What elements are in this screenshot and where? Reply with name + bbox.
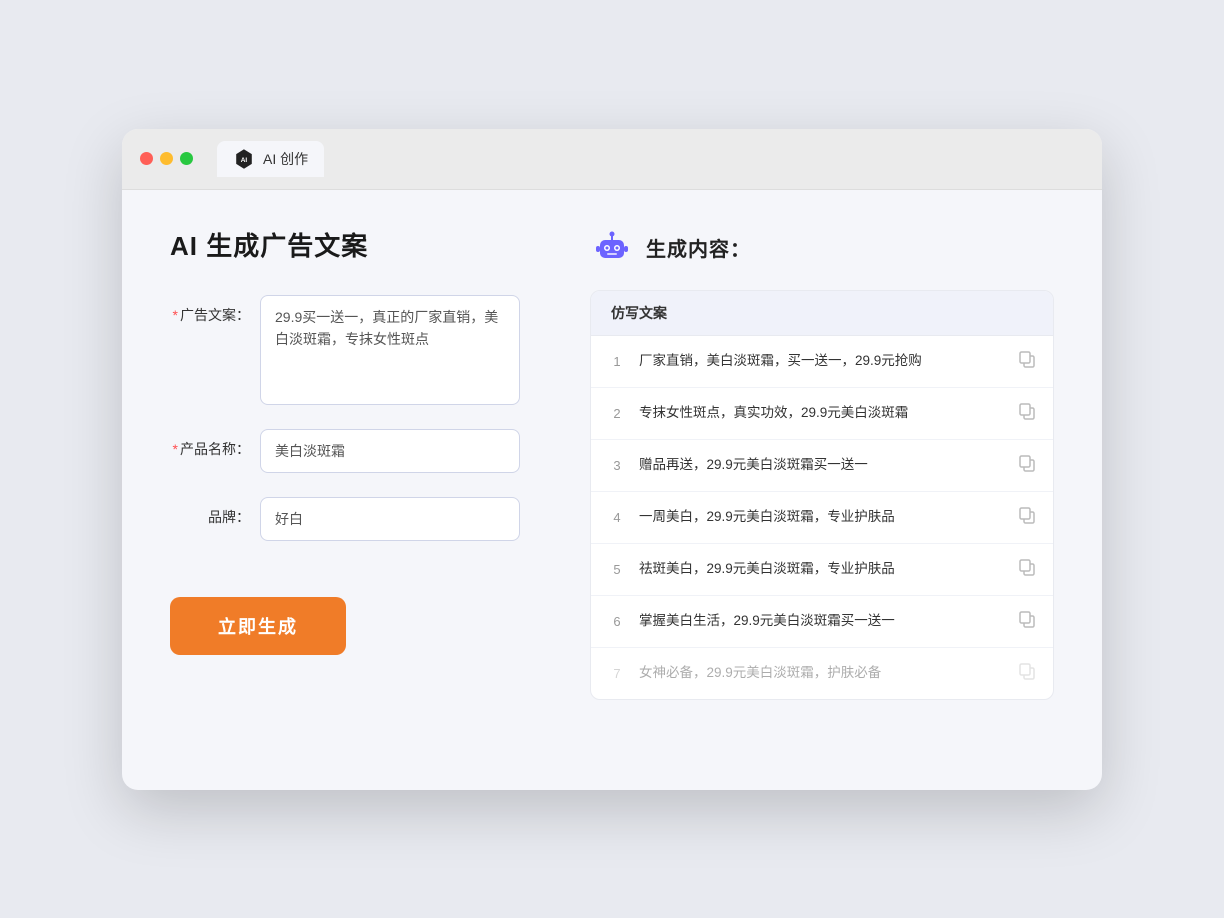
- copy-icon[interactable]: [1017, 349, 1037, 374]
- form-group-product-name: *产品名称：: [170, 429, 550, 473]
- brand-label: 品牌：: [170, 497, 250, 527]
- result-row: 2 专抹女性斑点，真实功效，29.9元美白淡斑霜: [591, 388, 1053, 440]
- form-group-ad-copy: *广告文案：: [170, 295, 550, 405]
- row-number: 3: [607, 458, 627, 473]
- copy-icon[interactable]: [1017, 661, 1037, 686]
- row-text: 女神必备，29.9元美白淡斑霜，护肤必备: [639, 663, 1005, 683]
- right-panel: 生成内容： 仿写文案 1 厂家直销，美白淡斑霜，买一送一，29.9元抢购 2 专抹女性…: [590, 226, 1054, 742]
- row-text: 厂家直销，美白淡斑霜，买一送一，29.9元抢购: [639, 351, 1005, 371]
- result-row: 6 掌握美白生活，29.9元美白淡斑霜买一送一: [591, 596, 1053, 648]
- minimize-button[interactable]: [160, 152, 173, 165]
- ad-copy-textarea[interactable]: [260, 295, 520, 405]
- close-button[interactable]: [140, 152, 153, 165]
- product-name-input[interactable]: [260, 429, 520, 473]
- row-number: 6: [607, 614, 627, 629]
- result-table-header: 仿写文案: [591, 291, 1053, 336]
- browser-content: AI 生成广告文案 *广告文案： *产品名称： 品牌： 立: [122, 190, 1102, 790]
- row-text: 专抹女性斑点，真实功效，29.9元美白淡斑霜: [639, 403, 1005, 423]
- result-row: 7 女神必备，29.9元美白淡斑霜，护肤必备: [591, 648, 1053, 699]
- required-star-ad: *: [173, 307, 178, 323]
- result-row: 4 一周美白，29.9元美白淡斑霜，专业护肤品: [591, 492, 1053, 544]
- ai-tab-icon: AI: [233, 148, 255, 170]
- result-header: 生成内容：: [590, 226, 1054, 270]
- row-number: 2: [607, 406, 627, 421]
- copy-icon[interactable]: [1017, 453, 1037, 478]
- copy-icon[interactable]: [1017, 557, 1037, 582]
- product-name-label: *产品名称：: [170, 429, 250, 459]
- page-title: AI 生成广告文案: [170, 226, 550, 263]
- row-number: 5: [607, 562, 627, 577]
- titlebar: AI AI 创作: [122, 129, 1102, 190]
- maximize-button[interactable]: [180, 152, 193, 165]
- result-title: 生成内容：: [646, 233, 751, 262]
- tab-ai-creation[interactable]: AI AI 创作: [217, 141, 324, 177]
- result-table: 仿写文案 1 厂家直销，美白淡斑霜，买一送一，29.9元抢购 2 专抹女性斑点，真实功…: [590, 290, 1054, 700]
- copy-icon[interactable]: [1017, 609, 1037, 634]
- row-text: 赠品再送，29.9元美白淡斑霜买一送一: [639, 455, 1005, 475]
- row-text: 掌握美白生活，29.9元美白淡斑霜买一送一: [639, 611, 1005, 631]
- result-row: 5 祛斑美白，29.9元美白淡斑霜，专业护肤品: [591, 544, 1053, 596]
- browser-window: AI AI 创作 AI 生成广告文案 *广告文案： *产品名称：: [122, 129, 1102, 790]
- robot-icon: [590, 226, 634, 270]
- required-star-product: *: [173, 441, 178, 457]
- form-group-brand: 品牌：: [170, 497, 550, 541]
- row-text: 祛斑美白，29.9元美白淡斑霜，专业护肤品: [639, 559, 1005, 579]
- generate-button[interactable]: 立即生成: [170, 597, 346, 655]
- tab-label: AI 创作: [263, 149, 308, 169]
- result-rows-container: 1 厂家直销，美白淡斑霜，买一送一，29.9元抢购 2 专抹女性斑点，真实功效，29.…: [591, 336, 1053, 699]
- copy-icon[interactable]: [1017, 401, 1037, 426]
- left-panel: AI 生成广告文案 *广告文案： *产品名称： 品牌： 立: [170, 226, 550, 742]
- row-number: 4: [607, 510, 627, 525]
- svg-text:AI: AI: [241, 157, 248, 164]
- row-number: 7: [607, 666, 627, 681]
- result-row: 1 厂家直销，美白淡斑霜，买一送一，29.9元抢购: [591, 336, 1053, 388]
- copy-icon[interactable]: [1017, 505, 1037, 530]
- row-number: 1: [607, 354, 627, 369]
- traffic-lights: [140, 152, 193, 165]
- ad-copy-label: *广告文案：: [170, 295, 250, 325]
- brand-input[interactable]: [260, 497, 520, 541]
- result-row: 3 赠品再送，29.9元美白淡斑霜买一送一: [591, 440, 1053, 492]
- row-text: 一周美白，29.9元美白淡斑霜，专业护肤品: [639, 507, 1005, 527]
